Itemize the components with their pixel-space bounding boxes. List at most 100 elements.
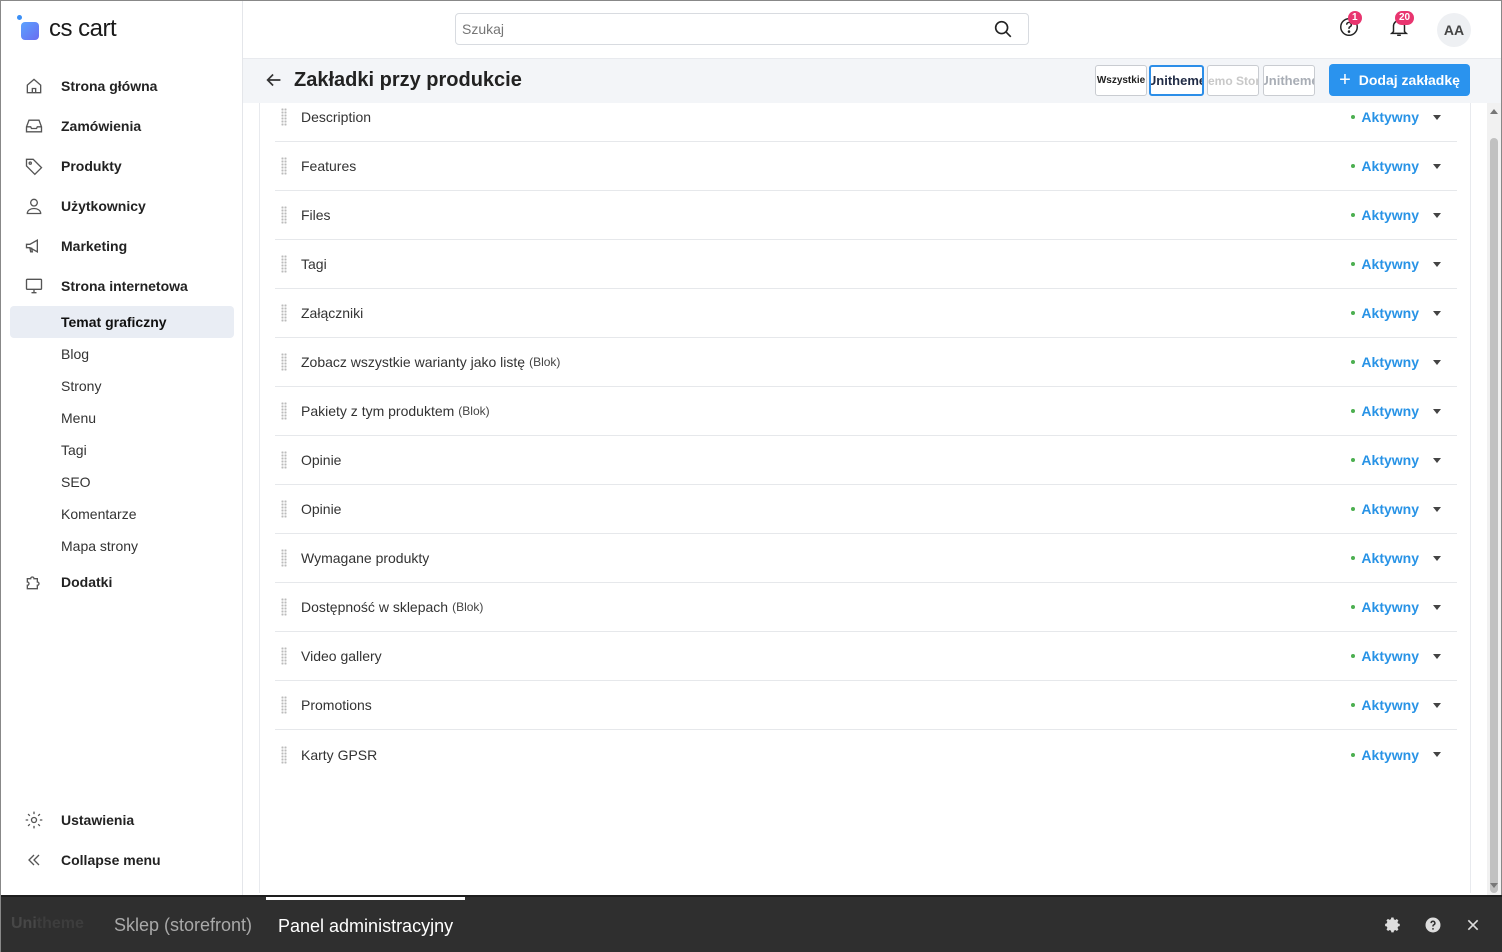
search-icon[interactable]: [992, 18, 1014, 40]
drag-handle-icon[interactable]: [281, 206, 287, 224]
theme-filter-all[interactable]: Wszystkie: [1095, 65, 1147, 96]
tab-name[interactable]: Wymagane produkty: [301, 550, 429, 566]
drag-handle-icon[interactable]: [281, 255, 287, 273]
status-dropdown[interactable]: Aktywny: [1351, 109, 1441, 125]
drag-handle-icon[interactable]: [281, 500, 287, 518]
sidebar-item-home[interactable]: Strona główna: [1, 66, 243, 106]
close-icon[interactable]: [1463, 915, 1483, 935]
status-dropdown[interactable]: Aktywny: [1351, 452, 1441, 468]
tab-row[interactable]: Files Aktywny: [275, 191, 1457, 240]
status-dropdown[interactable]: Aktywny: [1351, 550, 1441, 566]
logo[interactable]: cs cart: [17, 15, 117, 43]
status-label: Aktywny: [1361, 354, 1419, 370]
tab-name[interactable]: Karty GPSR: [301, 747, 377, 763]
search-input[interactable]: [462, 21, 992, 37]
tab-row[interactable]: Promotions Aktywny: [275, 681, 1457, 730]
tab-name[interactable]: Załączniki: [301, 305, 363, 321]
drag-handle-icon[interactable]: [281, 157, 287, 175]
sidebar-subitem-comments[interactable]: Komentarze: [1, 498, 243, 530]
tab-row[interactable]: Załączniki Aktywny: [275, 289, 1457, 338]
tab-name[interactable]: Opinie: [301, 452, 341, 468]
status-dropdown[interactable]: Aktywny: [1351, 207, 1441, 223]
back-arrow-icon[interactable]: [263, 69, 285, 91]
tab-row[interactable]: Wymagane produkty Aktywny: [275, 534, 1457, 583]
puzzle-icon: [23, 571, 45, 593]
tab-row[interactable]: Pakiety z tym produktem (Blok) Aktywny: [275, 387, 1457, 436]
scroll-up-arrow-icon[interactable]: [1490, 109, 1498, 114]
status-dropdown[interactable]: Aktywny: [1351, 305, 1441, 321]
tab-row[interactable]: Dostępność w sklepach (Blok) Aktywny: [275, 583, 1457, 632]
tab-name[interactable]: Tagi: [301, 256, 327, 272]
sidebar-item-marketing[interactable]: Marketing: [1, 226, 243, 266]
sidebar-subitem-seo[interactable]: SEO: [1, 466, 243, 498]
caret-down-icon: [1433, 310, 1441, 316]
sidebar-item-settings[interactable]: Ustawienia: [1, 800, 243, 840]
drag-handle-icon[interactable]: [281, 108, 287, 126]
tab-name[interactable]: Pakiety z tym produktem: [301, 403, 454, 419]
drag-handle-icon[interactable]: [281, 549, 287, 567]
tab-name[interactable]: Zobacz wszystkie warianty jako listę: [301, 354, 525, 370]
tab-name[interactable]: Features: [301, 158, 356, 174]
tab-row[interactable]: Zobacz wszystkie warianty jako listę (Blo…: [275, 338, 1457, 387]
theme-filter-unitheme-2[interactable]: Unitheme: [1263, 65, 1315, 96]
scrollbar-thumb[interactable]: [1490, 138, 1498, 893]
status-dropdown[interactable]: Aktywny: [1351, 158, 1441, 174]
status-dropdown[interactable]: Aktywny: [1351, 501, 1441, 517]
sidebar-subitem-theme[interactable]: Temat graficzny: [10, 306, 234, 338]
tab-row[interactable]: Tagi Aktywny: [275, 240, 1457, 289]
drag-handle-icon[interactable]: [281, 745, 287, 764]
tab-name[interactable]: Opinie: [301, 501, 341, 517]
status-dropdown[interactable]: Aktywny: [1351, 403, 1441, 419]
status-dropdown[interactable]: Aktywny: [1351, 256, 1441, 272]
sidebar-item-website[interactable]: Strona internetowa: [1, 266, 243, 306]
tab-row[interactable]: Opinie Aktywny: [275, 436, 1457, 485]
tab-name[interactable]: Description: [301, 109, 371, 125]
status-dot-icon: [1351, 262, 1356, 266]
sidebar-subitem-tags[interactable]: Tagi: [1, 434, 243, 466]
tab-name[interactable]: Dostępność w sklepach: [301, 599, 448, 615]
status-dropdown[interactable]: Aktywny: [1351, 599, 1441, 615]
status-dropdown[interactable]: Aktywny: [1351, 354, 1441, 370]
help-button[interactable]: 1: [1336, 11, 1362, 42]
theme-filter-demo-store[interactable]: Demo Store: [1207, 65, 1259, 96]
tab-name[interactable]: Video gallery: [301, 648, 382, 664]
theme-filter-unitheme[interactable]: Unitheme: [1149, 65, 1204, 96]
sidebar-item-users[interactable]: Użytkownicy: [1, 186, 243, 226]
tab-row[interactable]: Features Aktywny: [275, 142, 1457, 191]
status-dropdown[interactable]: Aktywny: [1351, 697, 1441, 713]
add-tab-button[interactable]: + Dodaj zakładkę: [1329, 64, 1470, 96]
add-tab-label: Dodaj zakładkę: [1358, 72, 1460, 88]
drag-handle-icon[interactable]: [281, 696, 287, 714]
status-dot-icon: [1351, 213, 1356, 217]
drag-handle-icon[interactable]: [281, 647, 287, 665]
tab-name[interactable]: Files: [301, 207, 331, 223]
sidebar-subitem-blog[interactable]: Blog: [1, 338, 243, 370]
sidebar-subitem-menu[interactable]: Menu: [1, 402, 243, 434]
storefront-tab[interactable]: Sklep (storefront): [114, 897, 252, 952]
gear-icon[interactable]: [1383, 915, 1403, 935]
status-dropdown[interactable]: Aktywny: [1351, 648, 1441, 664]
admin-panel-tab[interactable]: Panel administracyjny: [266, 897, 466, 952]
tab-name[interactable]: Promotions: [301, 697, 372, 713]
sidebar-item-products[interactable]: Produkty: [1, 146, 243, 186]
status-dropdown[interactable]: Aktywny: [1351, 747, 1441, 763]
notifications-button[interactable]: 20: [1386, 11, 1415, 42]
drag-handle-icon[interactable]: [281, 598, 287, 616]
drag-handle-icon[interactable]: [281, 402, 287, 420]
sidebar-subitem-pages[interactable]: Strony: [1, 370, 243, 402]
sidebar-item-orders[interactable]: Zamówienia: [1, 106, 243, 146]
sidebar-subitem-sitemap[interactable]: Mapa strony: [1, 530, 243, 562]
scrollbar[interactable]: [1487, 103, 1501, 895]
sidebar-item-addons[interactable]: Dodatki: [1, 562, 243, 602]
tab-row[interactable]: Video gallery Aktywny: [275, 632, 1457, 681]
drag-handle-icon[interactable]: [281, 304, 287, 322]
scroll-down-arrow-icon[interactable]: [1490, 883, 1498, 888]
sidebar-collapse-button[interactable]: Collapse menu: [1, 840, 243, 880]
help-circle-icon[interactable]: [1423, 915, 1443, 935]
tab-row[interactable]: Karty GPSR Aktywny: [275, 730, 1457, 779]
drag-handle-icon[interactable]: [281, 353, 287, 371]
tab-row[interactable]: Opinie Aktywny: [275, 485, 1457, 534]
drag-handle-icon[interactable]: [281, 451, 287, 469]
avatar[interactable]: AA: [1437, 13, 1471, 47]
tab-row[interactable]: Description Aktywny: [275, 103, 1457, 142]
